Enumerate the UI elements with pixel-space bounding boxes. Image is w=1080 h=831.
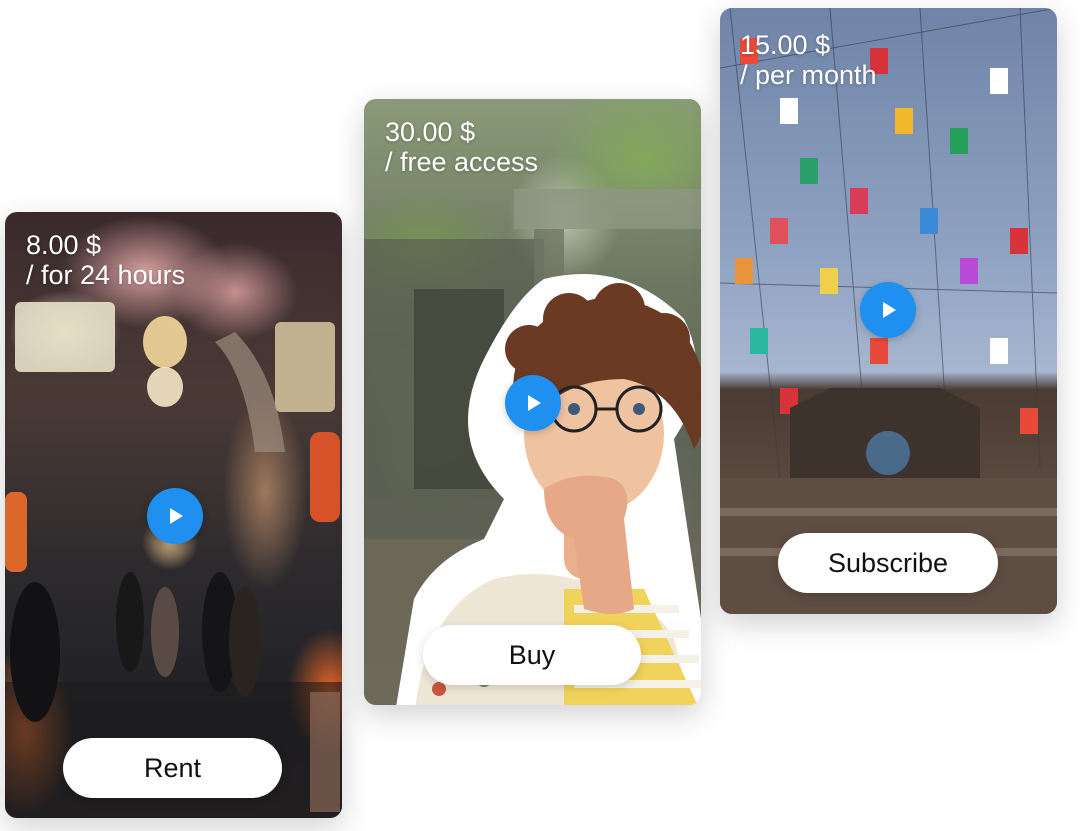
buy-price-period: / free access [385, 147, 539, 177]
play-icon [528, 395, 541, 411]
buy-price-amount: 30.00 $ [385, 117, 476, 147]
pricing-cards-showcase: 8.00 $ / for 24 hours Rent 30.00 $ / fre… [0, 0, 1080, 831]
rent-price-amount: 8.00 $ [26, 230, 102, 260]
buy-button[interactable]: Buy [423, 625, 641, 685]
subscribe-button[interactable]: Subscribe [778, 533, 998, 593]
buy-price: 30.00 $ / free access [385, 117, 538, 177]
subscribe-price-period: / per month [740, 60, 877, 90]
subscribe-card: 15.00 $ / per month Subscribe [720, 8, 1057, 614]
rent-price-period: / for 24 hours [26, 260, 186, 290]
play-icon [883, 302, 896, 318]
buy-play-button[interactable] [505, 375, 561, 431]
subscribe-price-amount: 15.00 $ [740, 30, 831, 60]
play-icon [170, 508, 183, 524]
rent-price: 8.00 $ / for 24 hours [26, 230, 185, 290]
rent-play-button[interactable] [147, 488, 203, 544]
subscribe-play-button[interactable] [860, 282, 916, 338]
subscribe-price: 15.00 $ / per month [740, 30, 877, 90]
buy-card: 30.00 $ / free access Buy [364, 99, 701, 705]
rent-card: 8.00 $ / for 24 hours Rent [5, 212, 342, 818]
rent-button[interactable]: Rent [63, 738, 282, 798]
